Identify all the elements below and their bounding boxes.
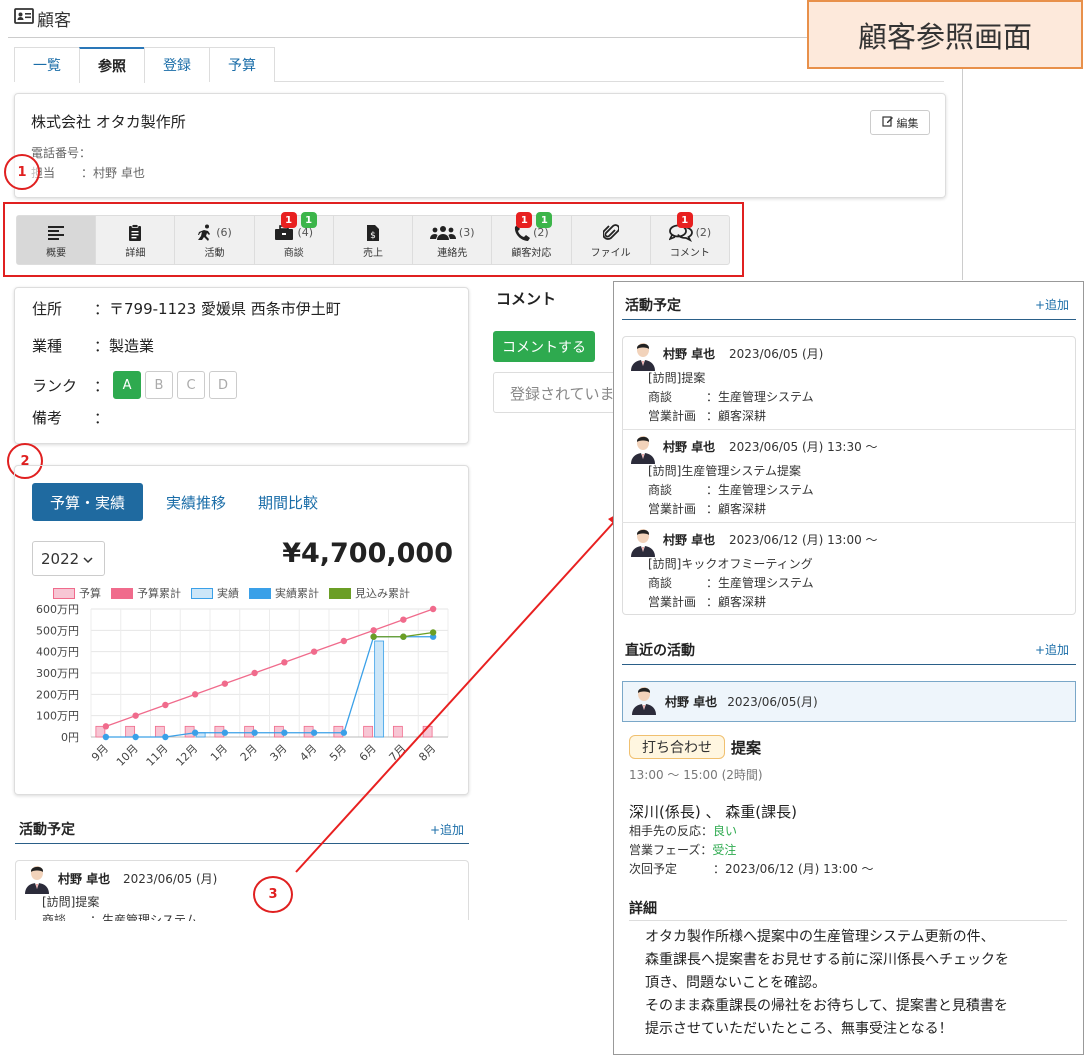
entry-type: [訪問]キックオフミーティング (648, 557, 813, 571)
recent-title: 直近の活動 (625, 643, 695, 659)
entry-date: 2023/06/12 (月) 13:00 ～ (729, 533, 878, 547)
detail-line: 提示させていただいたところ、無事受注となる！ (645, 1021, 953, 1037)
recent-header[interactable]: 村野 卓也 2023/06/05(月) (622, 681, 1076, 722)
schedule-entry[interactable]: 村野 卓也 2023/06/12 (月) 13:00 ～ [訪問]キックオフミー… (622, 523, 1076, 615)
plan-value: ：顧客深耕 (706, 502, 767, 516)
detail-line: オタカ製作所様へ提案中の生産管理システム更新の件、 (645, 929, 995, 945)
plan-label: 営業計画 (648, 502, 697, 516)
user-name: 村野 卓也 (663, 347, 716, 361)
entry-plan: 営業計画 ：顧客深耕 (648, 407, 766, 426)
activity-popup: 活動予定 +追加 村野 卓也 2023/06/05 (月) [訪問]提案 商談 ：… (613, 281, 1084, 1055)
next-label: 次回予定 (629, 862, 678, 876)
reaction-label: 相手先の反応： (629, 824, 714, 838)
plan-value: ：顧客深耕 (706, 409, 767, 423)
user-name: 村野 卓也 (663, 440, 716, 454)
entry-plan: 営業計画 ：顧客深耕 (648, 593, 766, 612)
entry-plan: 営業計画 ：顧客深耕 (648, 500, 766, 519)
entry-deal: 商談 ：生産管理システム (648, 388, 814, 407)
avatar (631, 685, 657, 719)
marker-3: 3 (253, 876, 293, 913)
entry-deal: 商談 ：生産管理システム (648, 574, 814, 593)
entry-type: [訪問]提案 (648, 371, 706, 385)
deal-label: 商談 (648, 390, 673, 404)
entry-deal: 商談 ：生産管理システム (648, 481, 814, 500)
next-row: 次回予定 ：2023/06/12 (月) 13:00 ～ (629, 860, 874, 879)
user-name: 村野 卓也 (665, 695, 718, 709)
deal-label: 商談 (648, 483, 673, 497)
next-value: ：2023/06/12 (月) 13:00 ～ (713, 862, 874, 876)
reaction-value: 良い (713, 824, 738, 838)
recent-activity: 打ち合わせ 提案 (629, 735, 761, 759)
deal-value: ：生産管理システム (706, 576, 814, 590)
recent-add[interactable]: +追加 (1035, 641, 1069, 658)
reaction-row: 相手先の反応：良い (629, 822, 737, 841)
plan-label: 営業計画 (648, 595, 697, 609)
plan-value: ：顧客深耕 (706, 595, 767, 609)
activity-name: 提案 (731, 738, 762, 757)
popup-schedule-title: 活動予定 (625, 298, 681, 314)
detail-line: そのまま森重課長の帰社をお待ちして、提案書と見積書を (645, 998, 1008, 1014)
schedule-entry[interactable]: 村野 卓也 2023/06/05 (月) 13:30 ～ [訪問]生産管理システ… (622, 430, 1076, 523)
section-divider (622, 664, 1076, 665)
entry-type: [訪問]生産管理システム提案 (648, 464, 802, 478)
detail-divider (629, 920, 1067, 921)
entry-date: 2023/06/05 (月) 13:30 ～ (729, 440, 878, 454)
activity-people: 深川(係長) 、 森重(課長) (629, 803, 797, 821)
deal-value: ：生産管理システム (706, 483, 814, 497)
user-name: 村野 卓也 (663, 533, 716, 547)
schedule-entry[interactable]: 村野 卓也 2023/06/05 (月) [訪問]提案 商談 ：生産管理システム … (622, 337, 1076, 430)
section-divider (622, 319, 1076, 320)
recent-date: 2023/06/05(月) (727, 695, 818, 709)
deal-label: 商談 (648, 576, 673, 590)
deal-value: ：生産管理システム (706, 390, 814, 404)
phase-value: 受注 (712, 843, 737, 857)
activity-type-pill: 打ち合わせ (629, 735, 725, 759)
detail-title: 詳細 (629, 901, 657, 917)
detail-line: 頂き、問題ないことを確認。 (645, 975, 827, 991)
plan-label: 営業計画 (648, 409, 697, 423)
popup-schedule-add[interactable]: +追加 (1035, 296, 1069, 313)
entry-date: 2023/06/05 (月) (729, 347, 824, 361)
detail-text: オタカ製作所様へ提案中の生産管理システム更新の件、 森重課長へ提案書をお見せする… (645, 926, 1009, 1041)
phase-row: 営業フェーズ：受注 (629, 841, 736, 860)
detail-line: 森重課長へ提案書をお見せする前に深川係長へチェックを (645, 952, 1009, 968)
activity-time: 13:00 ～ 15:00 (2時間) (629, 768, 763, 782)
phase-label: 営業フェーズ： (629, 843, 713, 857)
